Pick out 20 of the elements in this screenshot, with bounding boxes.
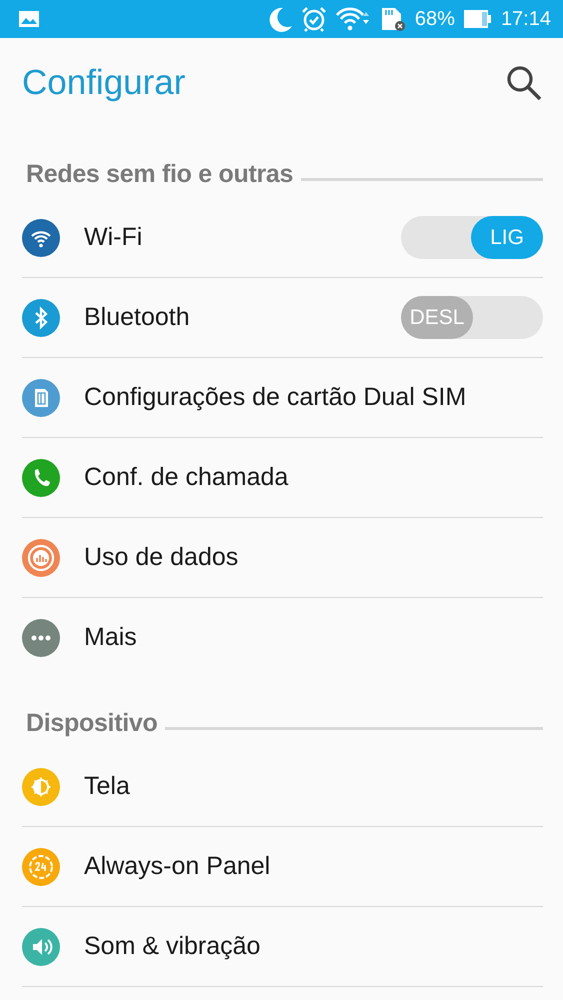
settings-item[interactable]: Wi-Fi LIG — [22, 198, 543, 278]
page-title: Configurar — [22, 63, 186, 103]
settings-item[interactable]: Always-on Panel — [22, 827, 543, 907]
battery-percent: 68% — [414, 8, 455, 30]
battery-icon — [462, 8, 493, 30]
section-header: Redes sem fio e outras — [26, 160, 294, 188]
settings-item[interactable]: Som & vibração — [22, 907, 543, 987]
search-icon[interactable] — [505, 64, 543, 102]
settings-item[interactable]: Uso de dados — [22, 518, 543, 598]
settings-item[interactable]: Mais — [22, 598, 543, 677]
settings-item[interactable]: Conf. de chamada — [22, 438, 543, 518]
settings-item[interactable]: Bluetooth DESL — [22, 278, 543, 358]
alarm-icon — [300, 6, 327, 32]
section-header: Dispositivo — [26, 708, 158, 738]
clock-time: 17:14 — [500, 8, 551, 30]
moon-icon — [266, 6, 293, 32]
picture-icon — [18, 10, 40, 28]
settings-item[interactable]: Configurações de cartão Dual SIM — [22, 358, 543, 438]
settings-item[interactable]: Tela — [22, 747, 543, 827]
wifi-icon — [334, 6, 371, 32]
